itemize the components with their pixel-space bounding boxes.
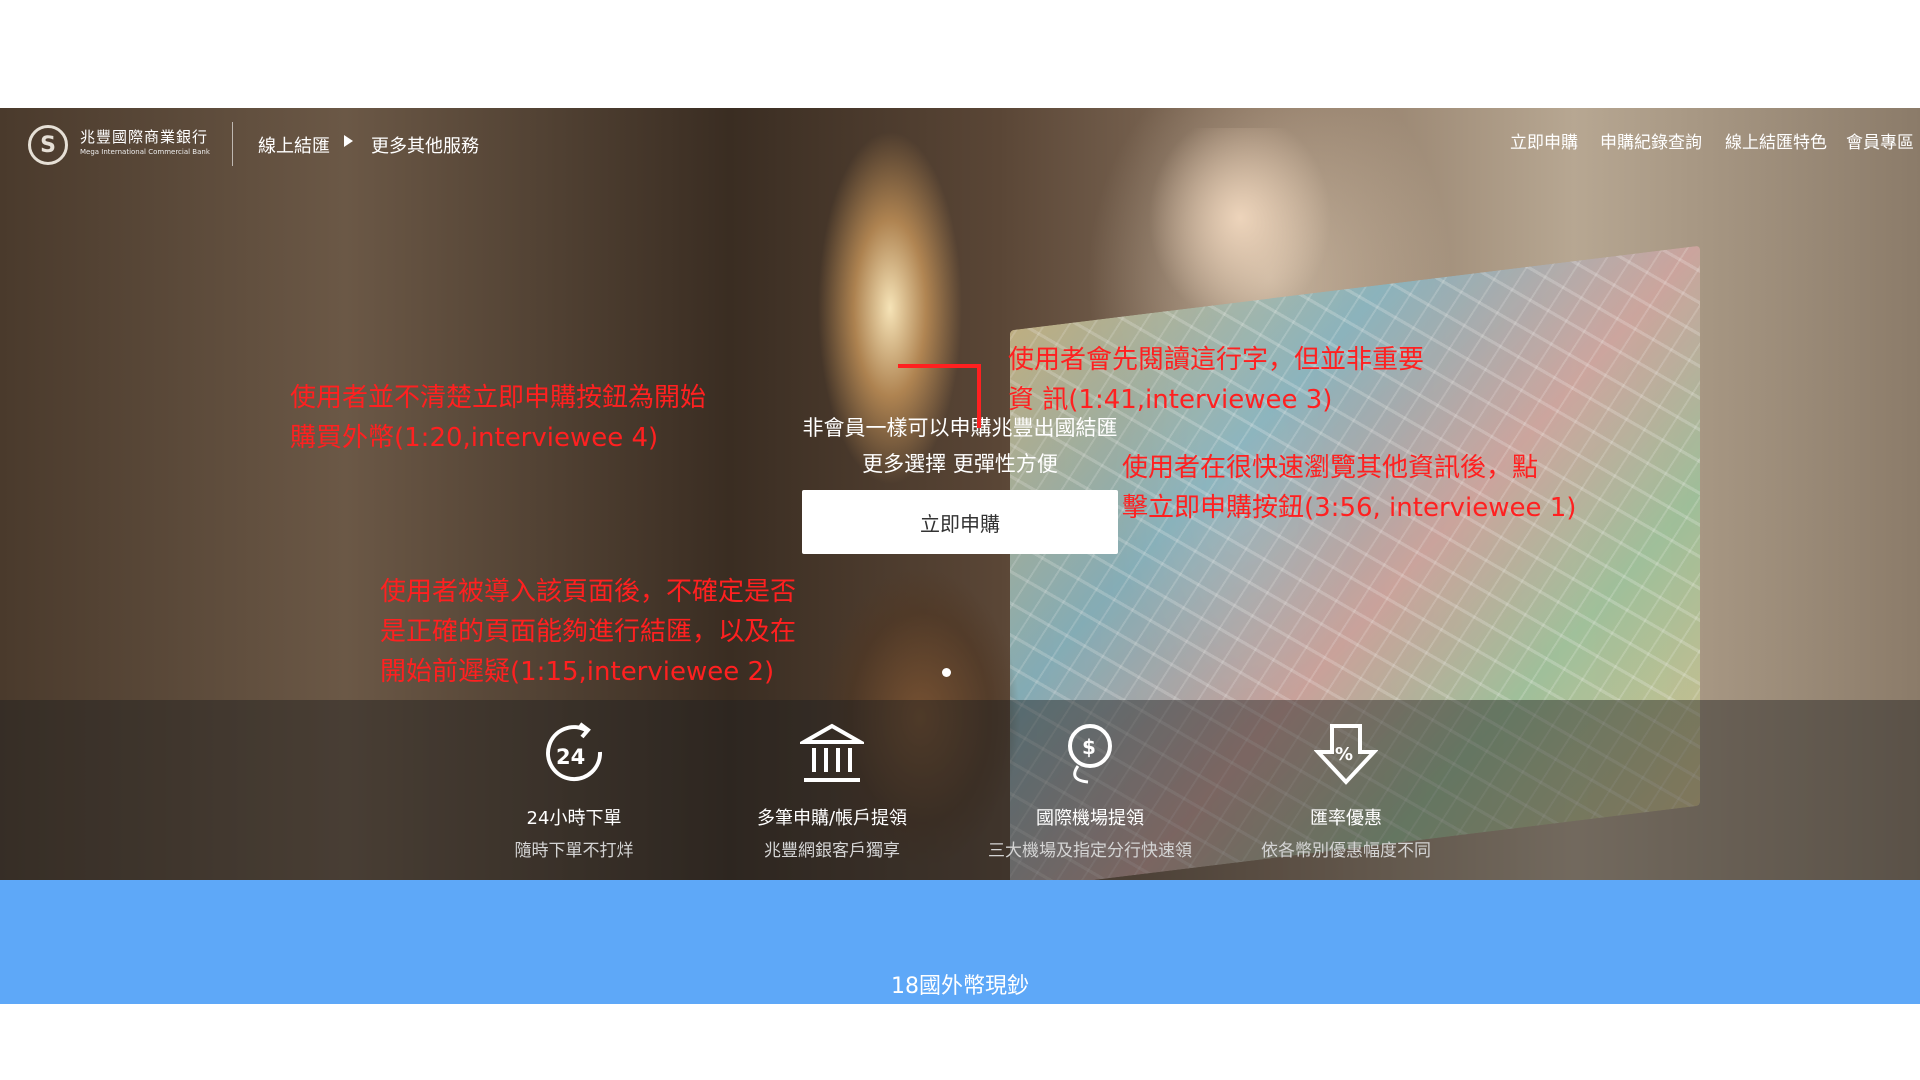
- annotation-note-3: 使用者在很快速瀏覽其他資訊後，點 擊立即申購按鈕(3:56, interview…: [1122, 448, 1576, 528]
- feature-subtitle: 三大機場及指定分行快速領: [988, 841, 1192, 861]
- feature-airport: $ 國際機場提領 三大機場及指定分行快速領: [970, 722, 1210, 861]
- feature-24-hour: 24 24小時下單 隨時下單不打烊: [454, 722, 694, 861]
- annotation-line: 使用者會先閱讀這行字，但並非重要: [1008, 345, 1425, 375]
- feature-title: 國際機場提領: [1036, 808, 1144, 829]
- nav-link-purchase-history[interactable]: 申購紀錄查詢: [1600, 128, 1702, 153]
- svg-text:$: $: [1082, 735, 1096, 759]
- annotation-note-1: 使用者並不清楚立即申購按鈕為開始 購買外幣(1:20,interviewee 4…: [290, 378, 706, 458]
- nav-divider: [232, 122, 233, 166]
- annotation-line: 開始前遲疑(1:15,interviewee 2): [380, 657, 775, 687]
- top-nav: S 兆豐國際商業銀行 Mega International Commercial…: [0, 108, 1920, 178]
- nav-link-features[interactable]: 線上結匯特色: [1725, 128, 1827, 153]
- feature-title: 多筆申購/帳戶提領: [756, 808, 908, 829]
- bank-icon: [800, 723, 864, 782]
- bank-name-english: Mega International Commercial Bank: [80, 148, 210, 156]
- breadcrumb-arrow-icon: [344, 135, 353, 147]
- bank-logo-icon[interactable]: S: [28, 125, 68, 165]
- feature-strip: 24 24小時下單 隨時下單不打烊 多筆申購/帳戶提領 兆豐網銀客戶獨享 $ 國…: [0, 700, 1920, 880]
- nav-link-buy-now[interactable]: 立即申購: [1510, 128, 1578, 153]
- annotation-bracket: [898, 364, 980, 368]
- annotation-line: 使用者並不清楚立即申購按鈕為開始: [290, 383, 707, 413]
- annotation-note-2: 使用者會先閱讀這行字，但並非重要 資 訊(1:41,interviewee 3): [1008, 340, 1424, 420]
- currency-section-title: 18國外幣現鈔: [891, 974, 1029, 999]
- annotation-line: 資 訊(1:41,interviewee 3): [1008, 385, 1333, 415]
- buy-now-button[interactable]: 立即申購: [802, 490, 1118, 554]
- breadcrumb-more-services[interactable]: 更多其他服務: [371, 132, 479, 158]
- annotation-line: 使用者被導入該頁面後，不確定是否: [380, 577, 797, 607]
- annotation-bracket: [977, 364, 981, 428]
- feature-rate-discount: % 匯率優惠 依各幣別優惠幅度不同: [1226, 722, 1466, 861]
- feature-subtitle: 隨時下單不打烊: [514, 841, 634, 861]
- carousel-dot[interactable]: [942, 668, 951, 677]
- annotation-line: 購買外幣(1:20,interviewee 4): [290, 423, 659, 453]
- feature-title: 24小時下單: [526, 808, 622, 829]
- bank-name[interactable]: 兆豐國際商業銀行: [80, 126, 208, 147]
- feature-subtitle: 依各幣別優惠幅度不同: [1261, 841, 1431, 861]
- 24-hour-icon: 24: [546, 722, 603, 782]
- annotation-note-4: 使用者被導入該頁面後，不確定是否 是正確的頁面能夠進行結匯，以及在 開始前遲疑(…: [380, 572, 796, 692]
- annotation-line: 使用者在很快速瀏覽其他資訊後，點: [1122, 453, 1539, 483]
- feature-subtitle: 兆豐網銀客戶獨享: [764, 841, 900, 861]
- feature-multi-purchase: 多筆申購/帳戶提領 兆豐網銀客戶獨享: [712, 722, 952, 861]
- discount-icon: %: [1314, 724, 1378, 785]
- svg-text:%: %: [1335, 744, 1353, 765]
- feature-title: 匯率優惠: [1310, 808, 1382, 829]
- slide-canvas: S 兆豐國際商業銀行 Mega International Commercial…: [0, 0, 1920, 1080]
- hero-subtagline: 更多選擇 更彈性方便: [862, 452, 1058, 476]
- airport-money-icon: $: [1068, 724, 1112, 784]
- breadcrumb-online-exchange[interactable]: 線上結匯: [258, 132, 330, 158]
- currency-section-band: 18國外幣現鈔: [0, 880, 1920, 1004]
- annotation-line: 擊立即申購按鈕(3:56, interviewee 1): [1122, 493, 1577, 523]
- nav-link-member-area[interactable]: 會員專區: [1846, 128, 1914, 153]
- svg-text:24: 24: [556, 745, 585, 769]
- annotation-line: 是正確的頁面能夠進行結匯，以及在: [380, 617, 797, 647]
